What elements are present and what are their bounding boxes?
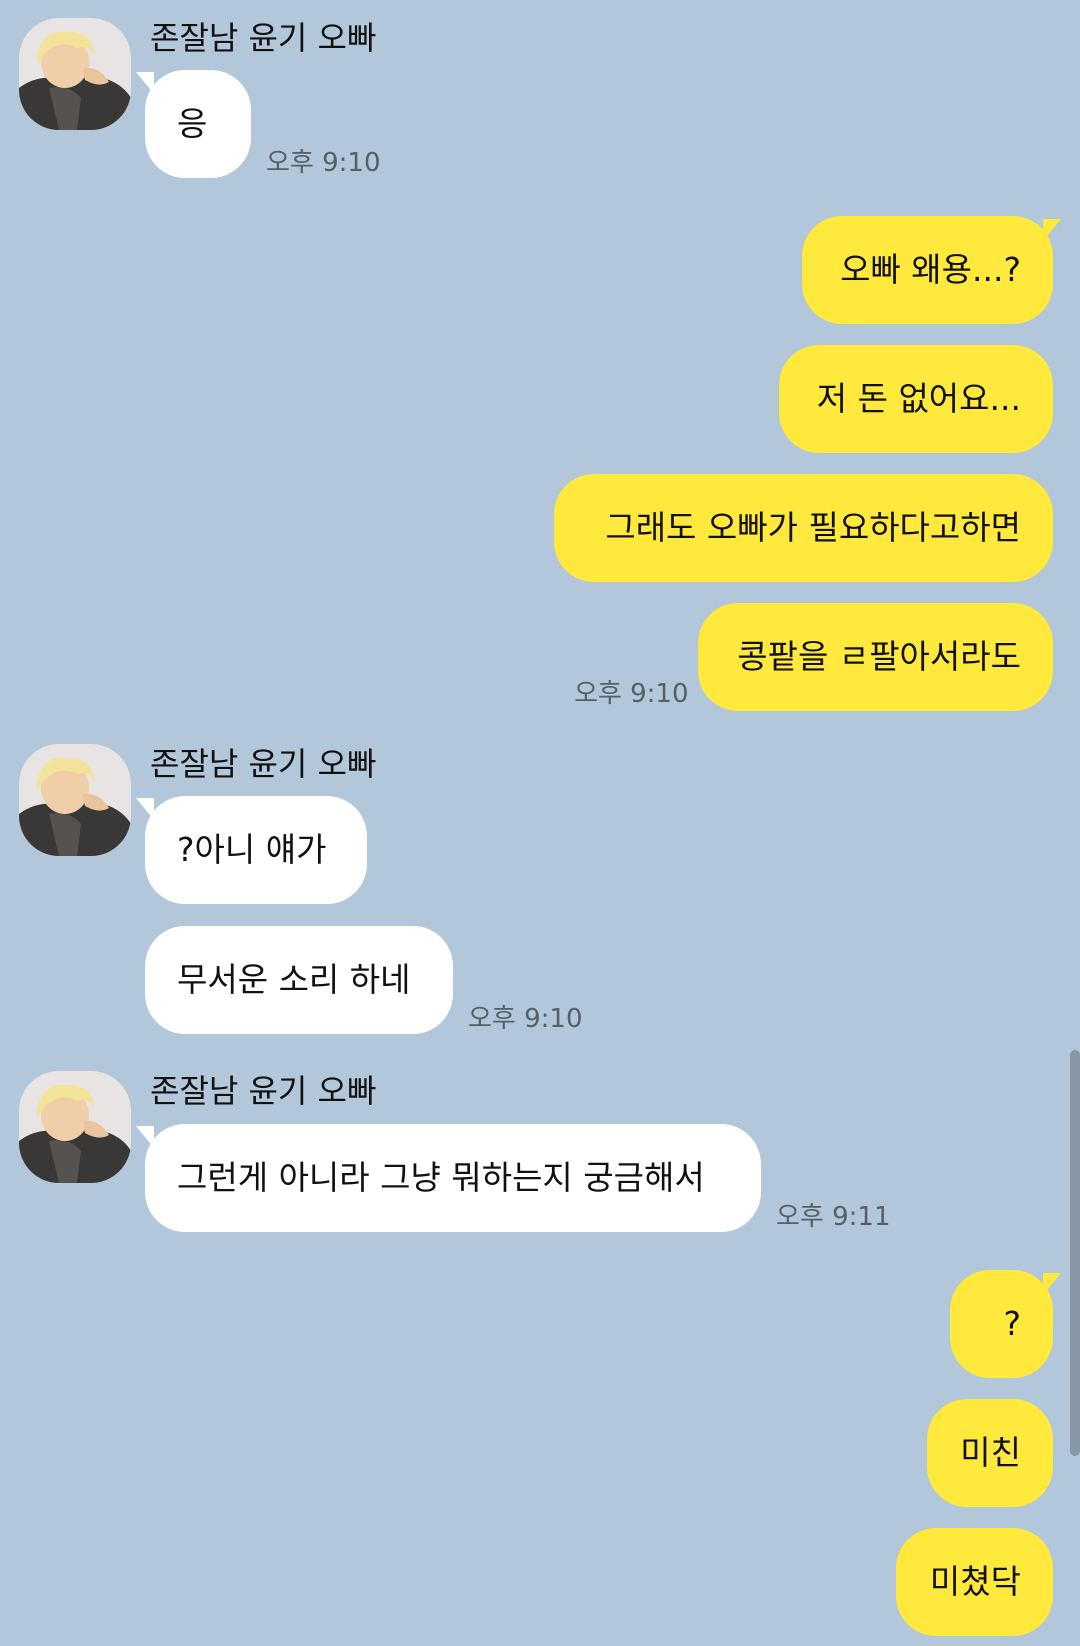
contact-avatar[interactable] — [19, 744, 131, 856]
incoming-message-bubble[interactable]: ?아니 얘가 — [145, 796, 367, 904]
sender-name: 존잘남 윤기 오빠 — [150, 745, 377, 783]
contact-avatar[interactable] — [19, 18, 131, 130]
outgoing-message-bubble[interactable]: 저 돈 없어요... — [779, 345, 1053, 453]
message-timestamp: 오후 9:10 — [468, 1004, 583, 1034]
message-timestamp: 오후 9:10 — [574, 679, 689, 709]
sender-name: 존잘남 윤기 오빠 — [150, 1072, 377, 1110]
incoming-message-bubble[interactable]: 응 — [145, 70, 251, 178]
contact-avatar[interactable] — [19, 1071, 131, 1183]
incoming-message-bubble[interactable]: 그런게 아니라 그냥 뭐하는지 궁금해서 — [145, 1124, 761, 1232]
sender-name: 존잘남 윤기 오빠 — [150, 19, 377, 57]
incoming-message-bubble[interactable]: 무서운 소리 하네 — [145, 926, 453, 1034]
outgoing-message-bubble[interactable]: 콩팥을 ㄹ팔아서라도 — [698, 603, 1053, 711]
outgoing-message-bubble[interactable]: 미친 — [927, 1399, 1053, 1507]
message-timestamp: 오후 9:10 — [266, 148, 381, 178]
outgoing-message-bubble[interactable]: 미쳤닥 — [896, 1528, 1053, 1636]
outgoing-message-bubble[interactable]: ? — [950, 1270, 1053, 1378]
message-timestamp: 오후 9:11 — [776, 1202, 891, 1232]
outgoing-message-bubble[interactable]: 오빠 왜용...? — [802, 216, 1053, 324]
scrollbar[interactable] — [1070, 1050, 1080, 1456]
outgoing-message-bubble[interactable]: 그래도 오빠가 필요하다고하면 — [554, 474, 1053, 582]
